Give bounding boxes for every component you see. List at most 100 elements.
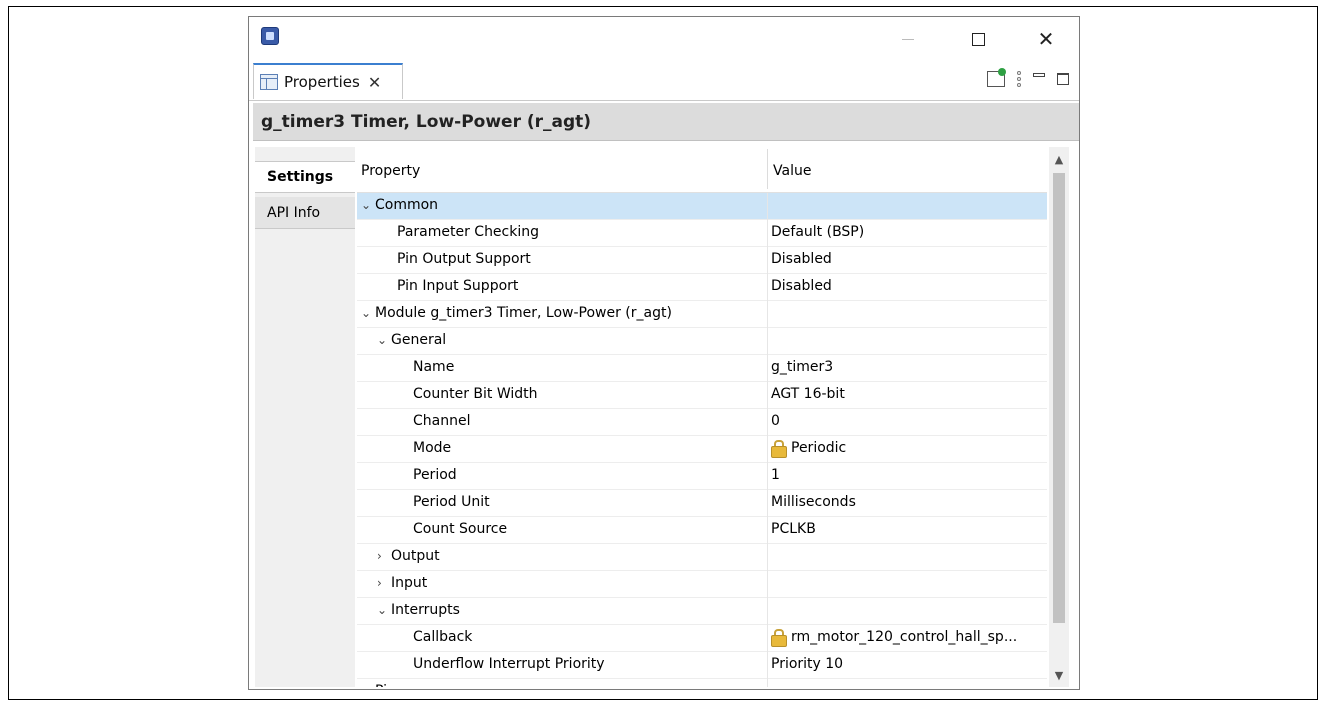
chevron-down-icon[interactable]: ⌄ <box>361 306 375 320</box>
column-divider <box>767 463 768 490</box>
column-divider[interactable] <box>767 149 768 189</box>
chevron-right-icon[interactable]: › <box>377 576 391 590</box>
row-property-label: Parameter Checking <box>397 224 540 240</box>
row-property: Counter Bit Width <box>413 386 538 402</box>
view-toolbar <box>987 68 1069 87</box>
table-row[interactable]: Mode Periodic <box>357 436 1047 463</box>
row-property-label: Pin Input Support <box>397 278 519 294</box>
row-value[interactable]: g_timer3 <box>771 359 833 375</box>
vertical-scrollbar[interactable]: ▲ ▼ <box>1049 147 1069 687</box>
row-value[interactable]: rm_motor_120_control_hall_sp... <box>771 629 1018 647</box>
chevron-right-icon[interactable]: › <box>377 549 391 563</box>
table-row[interactable]: Period Unit Milliseconds <box>357 490 1047 517</box>
column-divider <box>767 274 768 301</box>
row-value-text: AGT 16-bit <box>771 386 845 402</box>
scroll-up-icon[interactable]: ▲ <box>1049 149 1069 169</box>
row-property-label: Count Source <box>413 521 508 537</box>
table-row[interactable]: Count Source PCLKB <box>357 517 1047 544</box>
header-property[interactable]: Property <box>361 163 420 179</box>
close-icon: ✕ <box>1037 27 1055 51</box>
chevron-down-icon[interactable]: ⌄ <box>377 333 391 347</box>
panel-title: g_timer3 Timer, Low-Power (r_agt) <box>261 111 592 132</box>
row-value[interactable]: Default (BSP) <box>771 224 864 240</box>
row-value-text: Default (BSP) <box>771 224 865 240</box>
table-row[interactable]: › Input <box>357 571 1047 598</box>
row-property: ⌄ General <box>377 332 446 348</box>
row-property: Mode <box>413 440 451 456</box>
minimize-view-icon[interactable] <box>1033 73 1045 77</box>
row-value-text: PCLKB <box>771 521 816 537</box>
maximize-icon <box>971 32 985 46</box>
tab-properties[interactable]: Properties ✕ <box>253 63 403 99</box>
panel-header: g_timer3 Timer, Low-Power (r_agt) <box>253 103 1079 141</box>
row-property: Underflow Interrupt Priority <box>413 656 605 672</box>
row-value-text: rm_motor_120_control_hall_sp... <box>791 629 1018 645</box>
side-tab-api-info[interactable]: API Info <box>255 197 355 229</box>
table-row[interactable]: Callback rm_motor_120_control_hall_sp... <box>357 625 1047 652</box>
maximize-button[interactable] <box>955 21 1001 57</box>
table-row[interactable]: ⌄ Interrupts <box>357 598 1047 625</box>
column-divider <box>767 301 768 328</box>
scroll-thumb[interactable] <box>1053 173 1065 623</box>
table-row[interactable]: ⌄ General <box>357 328 1047 355</box>
row-property: Period Unit <box>413 494 490 510</box>
lock-icon <box>771 440 787 458</box>
table-row[interactable]: Underflow Interrupt Priority Priority 10 <box>357 652 1047 679</box>
side-tabs: Settings API Info <box>255 147 355 687</box>
row-property-label: Mode <box>413 440 452 456</box>
chevron-right-icon[interactable]: › <box>361 684 375 687</box>
row-value[interactable]: 0 <box>771 413 780 429</box>
table-row[interactable]: › Output <box>357 544 1047 571</box>
row-value[interactable]: Priority 10 <box>771 656 843 672</box>
row-property: › Input <box>377 575 427 591</box>
tab-close-icon[interactable]: ✕ <box>368 73 381 92</box>
view-menu-icon[interactable] <box>1017 71 1021 87</box>
table-row[interactable]: Period 1 <box>357 463 1047 490</box>
column-divider <box>767 679 768 687</box>
row-value[interactable]: 1 <box>771 467 780 483</box>
pin-to-selection-icon[interactable] <box>987 68 1006 87</box>
row-value[interactable]: Milliseconds <box>771 494 856 510</box>
minimize-button[interactable] <box>885 21 931 57</box>
table-row[interactable]: Name g_timer3 <box>357 355 1047 382</box>
maximize-view-icon[interactable] <box>1057 73 1069 85</box>
row-property: ›Pi <box>361 683 387 687</box>
column-divider <box>767 490 768 517</box>
row-value[interactable]: Disabled <box>771 251 832 267</box>
row-property: Count Source <box>413 521 507 537</box>
row-value-text: Milliseconds <box>771 494 856 510</box>
column-divider <box>767 544 768 571</box>
table-row[interactable]: ›Pi <box>357 679 1047 687</box>
table-row[interactable]: Channel 0 <box>357 409 1047 436</box>
tab-label: Properties <box>284 73 360 91</box>
row-property-label: Interrupts <box>391 602 460 618</box>
table-row[interactable]: ⌄ Common <box>357 193 1047 220</box>
column-divider <box>767 220 768 247</box>
row-property-label: Output <box>391 548 440 564</box>
table-row[interactable]: Parameter Checking Default (BSP) <box>357 220 1047 247</box>
chevron-down-icon[interactable]: ⌄ <box>361 198 375 212</box>
side-tab-settings[interactable]: Settings <box>255 161 355 193</box>
table-row[interactable]: Counter Bit Width AGT 16-bit <box>357 382 1047 409</box>
properties-window: ✕ Properties ✕ g_timer3 Timer, Low-Power… <box>248 16 1080 690</box>
chevron-down-icon[interactable]: ⌄ <box>377 603 391 617</box>
row-property-label: Name <box>413 359 455 375</box>
row-property: Pin Input Support <box>397 278 518 294</box>
row-value[interactable]: PCLKB <box>771 521 816 537</box>
scroll-down-icon[interactable]: ▼ <box>1049 665 1069 685</box>
close-button[interactable]: ✕ <box>1023 21 1069 57</box>
column-divider <box>767 625 768 652</box>
row-value[interactable]: Disabled <box>771 278 832 294</box>
row-value-text: 1 <box>771 467 780 483</box>
row-property: ⌄ Interrupts <box>377 602 460 618</box>
table-row[interactable]: ⌄ Module g_timer3 Timer, Low-Power (r_agt… <box>357 301 1047 328</box>
column-divider <box>767 652 768 679</box>
property-table: Property Value ⌄ Common Parameter Checking… <box>357 147 1047 687</box>
row-value-text: Disabled <box>771 251 832 267</box>
table-row[interactable]: Pin Output Support Disabled <box>357 247 1047 274</box>
row-value[interactable]: AGT 16-bit <box>771 386 845 402</box>
table-row[interactable]: Pin Input Support Disabled <box>357 274 1047 301</box>
title-bar: ✕ <box>249 17 1079 61</box>
header-value[interactable]: Value <box>773 163 811 179</box>
row-value[interactable]: Periodic <box>771 440 846 458</box>
